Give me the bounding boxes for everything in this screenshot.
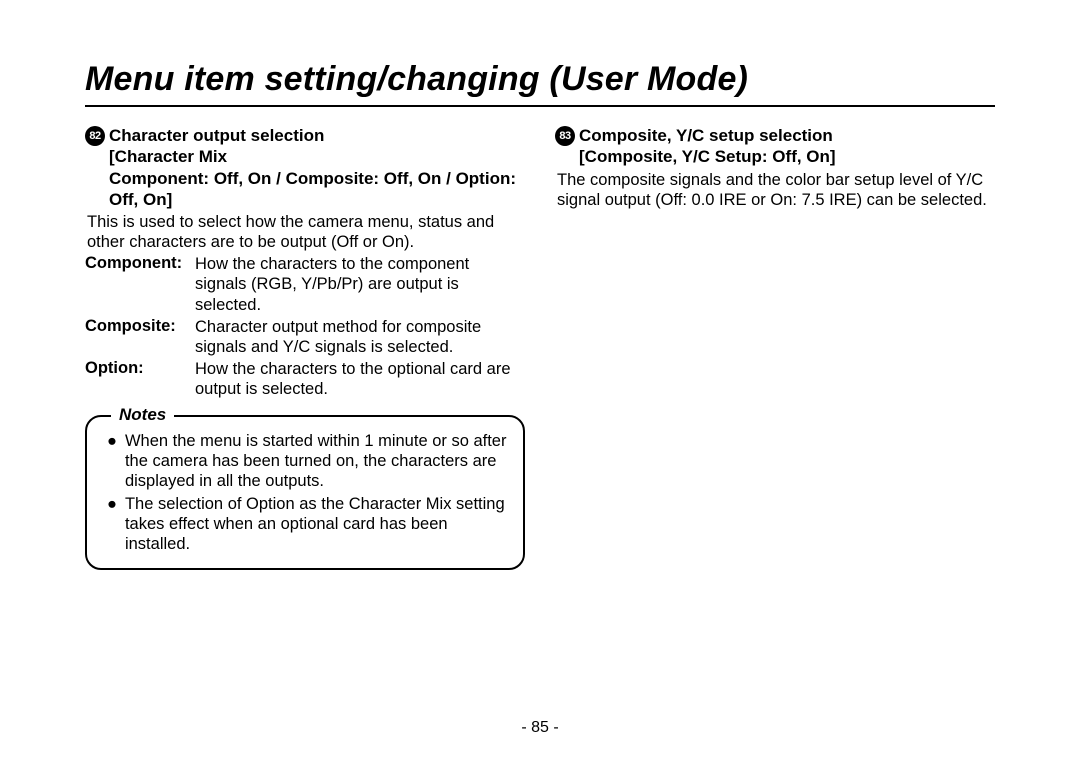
def-desc: Character output method for composite si… xyxy=(195,317,525,357)
def-composite: Composite: Character output method for c… xyxy=(85,317,525,357)
note-item-2: ● The selection of Option as the Charact… xyxy=(107,494,507,554)
content-columns: 82 Character output selection [Character… xyxy=(85,125,995,570)
note-text: The selection of Option as the Character… xyxy=(125,494,507,554)
note-text: When the menu is started within 1 minute… xyxy=(125,431,507,491)
circled-number-82-icon: 82 xyxy=(85,126,105,146)
def-desc: How the characters to the component sign… xyxy=(195,254,525,314)
section-82-title: Character output selection xyxy=(109,125,525,146)
section-83-bracket: [Composite, Y/C Setup: Off, On] xyxy=(579,146,836,167)
page-title: Menu item setting/changing (User Mode) xyxy=(85,60,995,107)
def-component: Component: How the characters to the com… xyxy=(85,254,525,314)
bullet-icon: ● xyxy=(107,494,117,554)
section-82-heading: 82 Character output selection [Character… xyxy=(85,125,525,210)
section-82-bracket-line2: Component: Off, On / Composite: Off, On … xyxy=(109,168,525,211)
section-83-heading: 83 Composite, Y/C setup selection [Compo… xyxy=(555,125,995,168)
right-column: 83 Composite, Y/C setup selection [Compo… xyxy=(555,125,995,570)
section-82-bracket-line1: [Character Mix xyxy=(109,146,525,167)
notes-label: Notes xyxy=(111,405,174,425)
circled-number-83-icon: 83 xyxy=(555,126,575,146)
bullet-icon: ● xyxy=(107,431,117,491)
page-number: - 85 - xyxy=(0,719,1080,737)
def-term: Component: xyxy=(85,254,187,314)
section-83-body: The composite signals and the color bar … xyxy=(555,170,995,210)
def-option: Option: How the characters to the option… xyxy=(85,359,525,399)
def-term: Composite: xyxy=(85,317,187,357)
note-item-1: ● When the menu is started within 1 minu… xyxy=(107,431,507,491)
def-desc: How the characters to the optional card … xyxy=(195,359,525,399)
notes-box: Notes ● When the menu is started within … xyxy=(85,415,525,570)
left-column: 82 Character output selection [Character… xyxy=(85,125,525,570)
def-term: Option: xyxy=(85,359,187,399)
section-83-title: Composite, Y/C setup selection xyxy=(579,125,836,146)
section-82-intro: This is used to select how the camera me… xyxy=(85,212,525,252)
